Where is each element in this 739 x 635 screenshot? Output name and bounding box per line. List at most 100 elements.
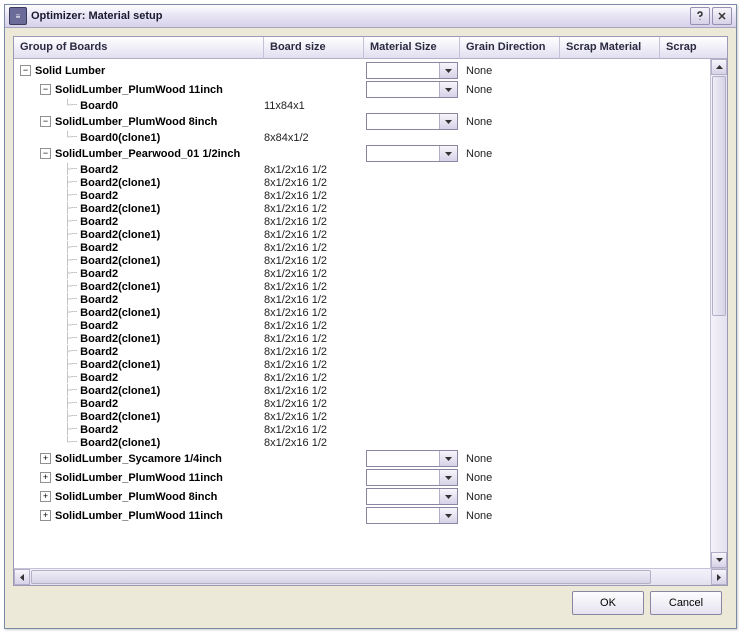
column-scrap[interactable]: Scrap [660, 37, 727, 59]
board-label: Board2 [80, 346, 118, 358]
tree-expander[interactable]: + [40, 472, 51, 483]
group-plumwood-8b[interactable]: +SolidLumber_PlumWood 8inch None [14, 487, 710, 506]
hscroll-thumb[interactable] [31, 570, 651, 584]
group-solid-lumber[interactable]: −Solid Lumber None [14, 61, 710, 80]
tree-expander[interactable]: − [20, 65, 31, 76]
tree-expander[interactable]: − [40, 116, 51, 127]
column-board-size[interactable]: Board size [264, 37, 364, 59]
tree-line-icon: ├┄ [64, 177, 77, 188]
board-row[interactable]: ├┄ Board2 8x1/2x16 1/2 [14, 423, 710, 436]
tree-line-icon: ├┄ [64, 164, 77, 175]
board-row[interactable]: ├┄ Board2 8x1/2x16 1/2 [14, 397, 710, 410]
vertical-scrollbar[interactable] [710, 59, 727, 568]
material-size-dropdown[interactable] [366, 81, 458, 98]
board-row[interactable]: └┄ Board0 11x84x1 [14, 99, 710, 112]
board-row[interactable]: ├┄ Board2(clone1) 8x1/2x16 1/2 [14, 358, 710, 371]
group-pearwood[interactable]: −SolidLumber_Pearwood_01 1/2inch None [14, 144, 710, 163]
board-row[interactable]: ├┄ Board2 8x1/2x16 1/2 [14, 345, 710, 358]
board-size-value: 8x1/2x16 1/2 [264, 385, 327, 397]
vscroll-track[interactable] [711, 75, 727, 552]
ok-button[interactable]: OK [572, 591, 644, 615]
scroll-right-icon[interactable] [711, 569, 727, 585]
tree-line-icon: ├┄ [64, 411, 77, 422]
board-size-value: 8x1/2x16 1/2 [264, 216, 327, 228]
board-row[interactable]: ├┄ Board2 8x1/2x16 1/2 [14, 267, 710, 280]
group-plumwood-11[interactable]: −SolidLumber_PlumWood 11inch None [14, 80, 710, 99]
tree-expander[interactable]: − [40, 84, 51, 95]
tree-expander[interactable]: + [40, 491, 51, 502]
chevron-down-icon[interactable] [439, 146, 457, 161]
scroll-up-icon[interactable] [711, 59, 727, 75]
board-row[interactable]: ├┄ Board2 8x1/2x16 1/2 [14, 319, 710, 332]
tree-line-icon: ├┄ [64, 372, 77, 383]
board-size-value: 8x1/2x16 1/2 [264, 437, 327, 449]
material-size-dropdown[interactable] [366, 507, 458, 524]
scroll-left-icon[interactable] [14, 569, 30, 585]
grain-direction-value: None [466, 84, 492, 96]
board-label: Board0(clone1) [80, 132, 160, 144]
grain-direction-value: None [466, 148, 492, 160]
scroll-down-icon[interactable] [711, 552, 727, 568]
board-row[interactable]: ├┄ Board2 8x1/2x16 1/2 [14, 293, 710, 306]
material-size-dropdown[interactable] [366, 113, 458, 130]
hscroll-track[interactable] [30, 569, 711, 585]
material-size-dropdown[interactable] [366, 450, 458, 467]
chevron-down-icon[interactable] [439, 82, 457, 97]
board-row[interactable]: ├┄ Board2(clone1) 8x1/2x16 1/2 [14, 410, 710, 423]
board-size-value: 8x1/2x16 1/2 [264, 294, 327, 306]
board-row[interactable]: ├┄ Board2 8x1/2x16 1/2 [14, 371, 710, 384]
tree-expander[interactable]: + [40, 453, 51, 464]
grid-inner: −Solid Lumber None −SolidLumber_PlumWood… [14, 59, 727, 568]
group-sycamore[interactable]: +SolidLumber_Sycamore 1/4inch None [14, 449, 710, 468]
board-row[interactable]: ├┄ Board2 8x1/2x16 1/2 [14, 189, 710, 202]
board-row[interactable]: ├┄ Board2(clone1) 8x1/2x16 1/2 [14, 384, 710, 397]
tree-line-icon: ├┄ [64, 216, 77, 227]
chevron-down-icon[interactable] [439, 489, 457, 504]
chevron-down-icon[interactable] [439, 470, 457, 485]
board-row[interactable]: └┄ Board0(clone1) 8x84x1/2 [14, 131, 710, 144]
material-size-dropdown[interactable] [366, 145, 458, 162]
board-row[interactable]: ├┄ Board2(clone1) 8x1/2x16 1/2 [14, 228, 710, 241]
tree-line-icon: ├┄ [64, 346, 77, 357]
group-plumwood-11c[interactable]: +SolidLumber_PlumWood 11inch None [14, 506, 710, 525]
tree-expander[interactable]: + [40, 510, 51, 521]
board-label: Board2(clone1) [80, 333, 160, 345]
column-grain-direction[interactable]: Grain Direction [460, 37, 560, 59]
tree-line-icon: ├┄ [64, 294, 77, 305]
board-row[interactable]: ├┄ Board2(clone1) 8x1/2x16 1/2 [14, 176, 710, 189]
chevron-down-icon[interactable] [439, 451, 457, 466]
tree-expander[interactable]: − [40, 148, 51, 159]
tree-line-icon: ├┄ [64, 268, 77, 279]
horizontal-scrollbar[interactable] [14, 568, 727, 585]
group-plumwood-8[interactable]: −SolidLumber_PlumWood 8inch None [14, 112, 710, 131]
board-size-value: 8x1/2x16 1/2 [264, 424, 327, 436]
close-button[interactable] [712, 7, 732, 25]
help-button[interactable] [690, 7, 710, 25]
vscroll-thumb[interactable] [712, 76, 726, 316]
board-row[interactable]: ├┄ Board2(clone1) 8x1/2x16 1/2 [14, 280, 710, 293]
board-row[interactable]: ├┄ Board2 8x1/2x16 1/2 [14, 215, 710, 228]
chevron-down-icon[interactable] [439, 508, 457, 523]
board-row[interactable]: ├┄ Board2(clone1) 8x1/2x16 1/2 [14, 306, 710, 319]
board-label: Board2 [80, 190, 118, 202]
group-plumwood-11b[interactable]: +SolidLumber_PlumWood 11inch None [14, 468, 710, 487]
board-size-value: 8x1/2x16 1/2 [264, 242, 327, 254]
column-material-size[interactable]: Material Size [364, 37, 460, 59]
titlebar: ≡ Optimizer: Material setup [5, 5, 736, 28]
material-size-dropdown[interactable] [366, 488, 458, 505]
chevron-down-icon[interactable] [439, 114, 457, 129]
board-row[interactable]: ├┄ Board2(clone1) 8x1/2x16 1/2 [14, 332, 710, 345]
chevron-down-icon[interactable] [439, 63, 457, 78]
material-size-dropdown[interactable] [366, 62, 458, 79]
column-group-of-boards[interactable]: Group of Boards [14, 37, 264, 59]
board-row[interactable]: ├┄ Board2 8x1/2x16 1/2 [14, 241, 710, 254]
board-label: Board2 [80, 164, 118, 176]
material-size-dropdown[interactable] [366, 469, 458, 486]
board-row[interactable]: ├┄ Board2(clone1) 8x1/2x16 1/2 [14, 254, 710, 267]
column-scrap-material[interactable]: Scrap Material [560, 37, 660, 59]
board-row[interactable]: ├┄ Board2 8x1/2x16 1/2 [14, 163, 710, 176]
board-size-value: 8x1/2x16 1/2 [264, 333, 327, 345]
board-row[interactable]: ├┄ Board2(clone1) 8x1/2x16 1/2 [14, 202, 710, 215]
cancel-button[interactable]: Cancel [650, 591, 722, 615]
board-row[interactable]: └┄ Board2(clone1) 8x1/2x16 1/2 [14, 436, 710, 449]
